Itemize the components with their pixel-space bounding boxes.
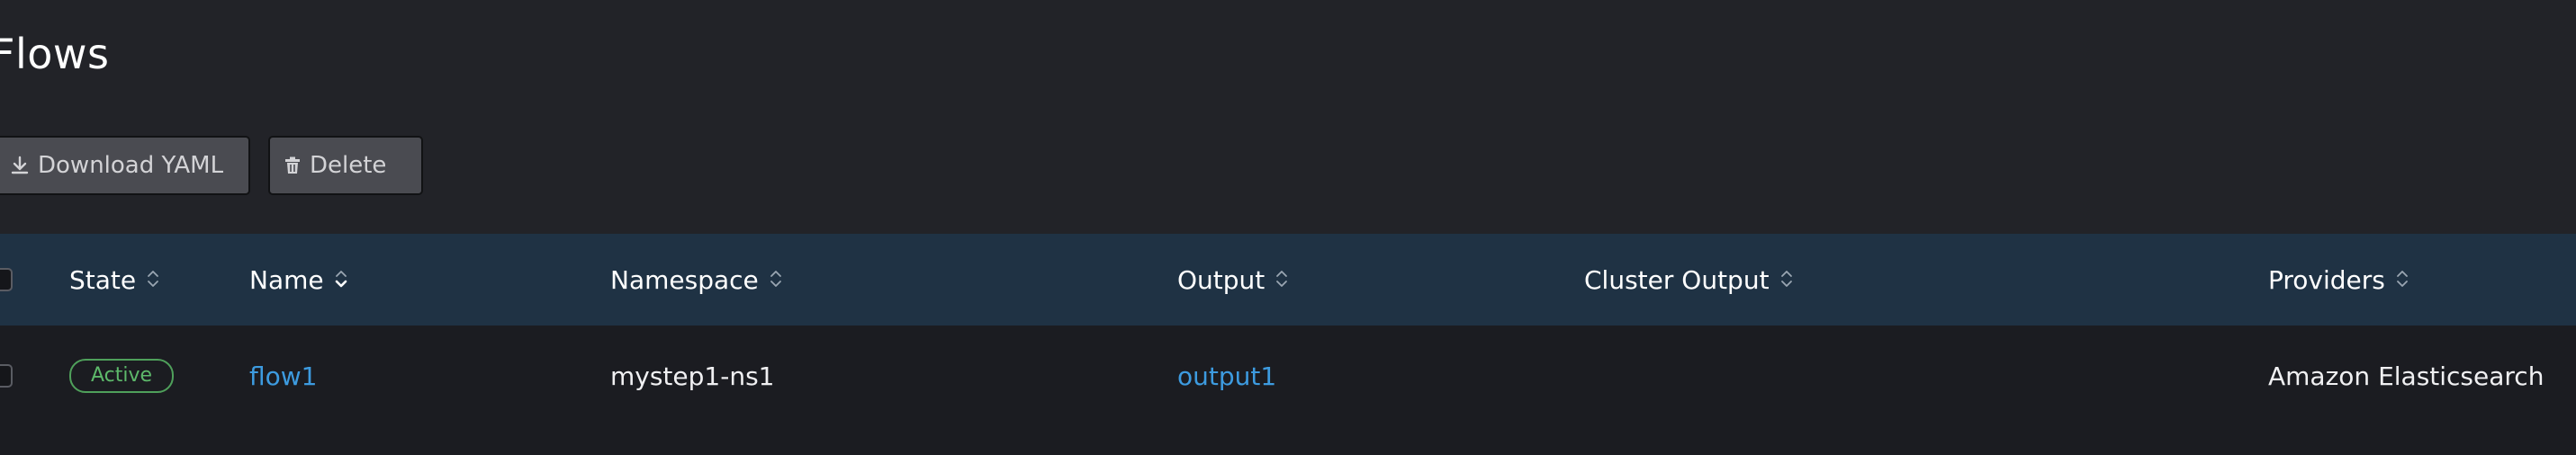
column-label-state: State (69, 264, 137, 295)
sort-icon (1275, 265, 1288, 295)
sort-descending-icon (335, 265, 347, 295)
select-all-cell (0, 234, 13, 326)
delete-label: Delete (310, 152, 387, 179)
sort-icon (770, 265, 782, 295)
row-select-cell (0, 326, 13, 426)
name-cell: flow1 (249, 326, 317, 426)
column-label-cluster-output: Cluster Output (1584, 264, 1770, 295)
table-row: Active flow1 mystep1-ns1 output1 Amazon … (0, 326, 2576, 426)
flow-name-link[interactable]: flow1 (249, 361, 317, 391)
namespace-cell: mystep1-ns1 (610, 361, 775, 391)
select-all-checkbox[interactable] (0, 268, 13, 291)
download-yaml-button[interactable]: Download YAML (0, 136, 250, 195)
download-icon (11, 156, 29, 175)
sort-icon (147, 265, 159, 295)
column-header-namespace[interactable]: Namespace (610, 234, 782, 326)
providers-cell: Amazon Elasticsearch (2268, 361, 2544, 391)
sort-icon (2396, 265, 2409, 295)
row-checkbox[interactable] (0, 364, 13, 388)
sort-icon (1780, 265, 1793, 295)
output-link[interactable]: output1 (1177, 361, 1276, 391)
page-title: Flows (0, 30, 110, 78)
table-header: State Name Namespace Output Cluster Outp (0, 234, 2576, 326)
download-yaml-label: Download YAML (38, 152, 224, 179)
column-header-cluster-output[interactable]: Cluster Output (1584, 234, 1793, 326)
column-label-name: Name (249, 264, 324, 295)
state-cell: Active (69, 326, 175, 426)
delete-button[interactable]: Delete (268, 136, 423, 195)
column-header-name[interactable]: Name (249, 234, 347, 326)
trash-icon (284, 156, 301, 174)
column-header-output[interactable]: Output (1177, 234, 1288, 326)
output-cell: output1 (1177, 326, 1276, 426)
column-label-namespace: Namespace (610, 264, 759, 295)
column-header-providers[interactable]: Providers (2268, 234, 2409, 326)
column-header-state[interactable]: State (69, 234, 159, 326)
column-label-providers: Providers (2268, 264, 2385, 295)
status-badge: Active (69, 359, 175, 393)
flows-page: Flows Download YAML Delete State Name Na… (0, 0, 2576, 455)
column-label-output: Output (1177, 264, 1265, 295)
